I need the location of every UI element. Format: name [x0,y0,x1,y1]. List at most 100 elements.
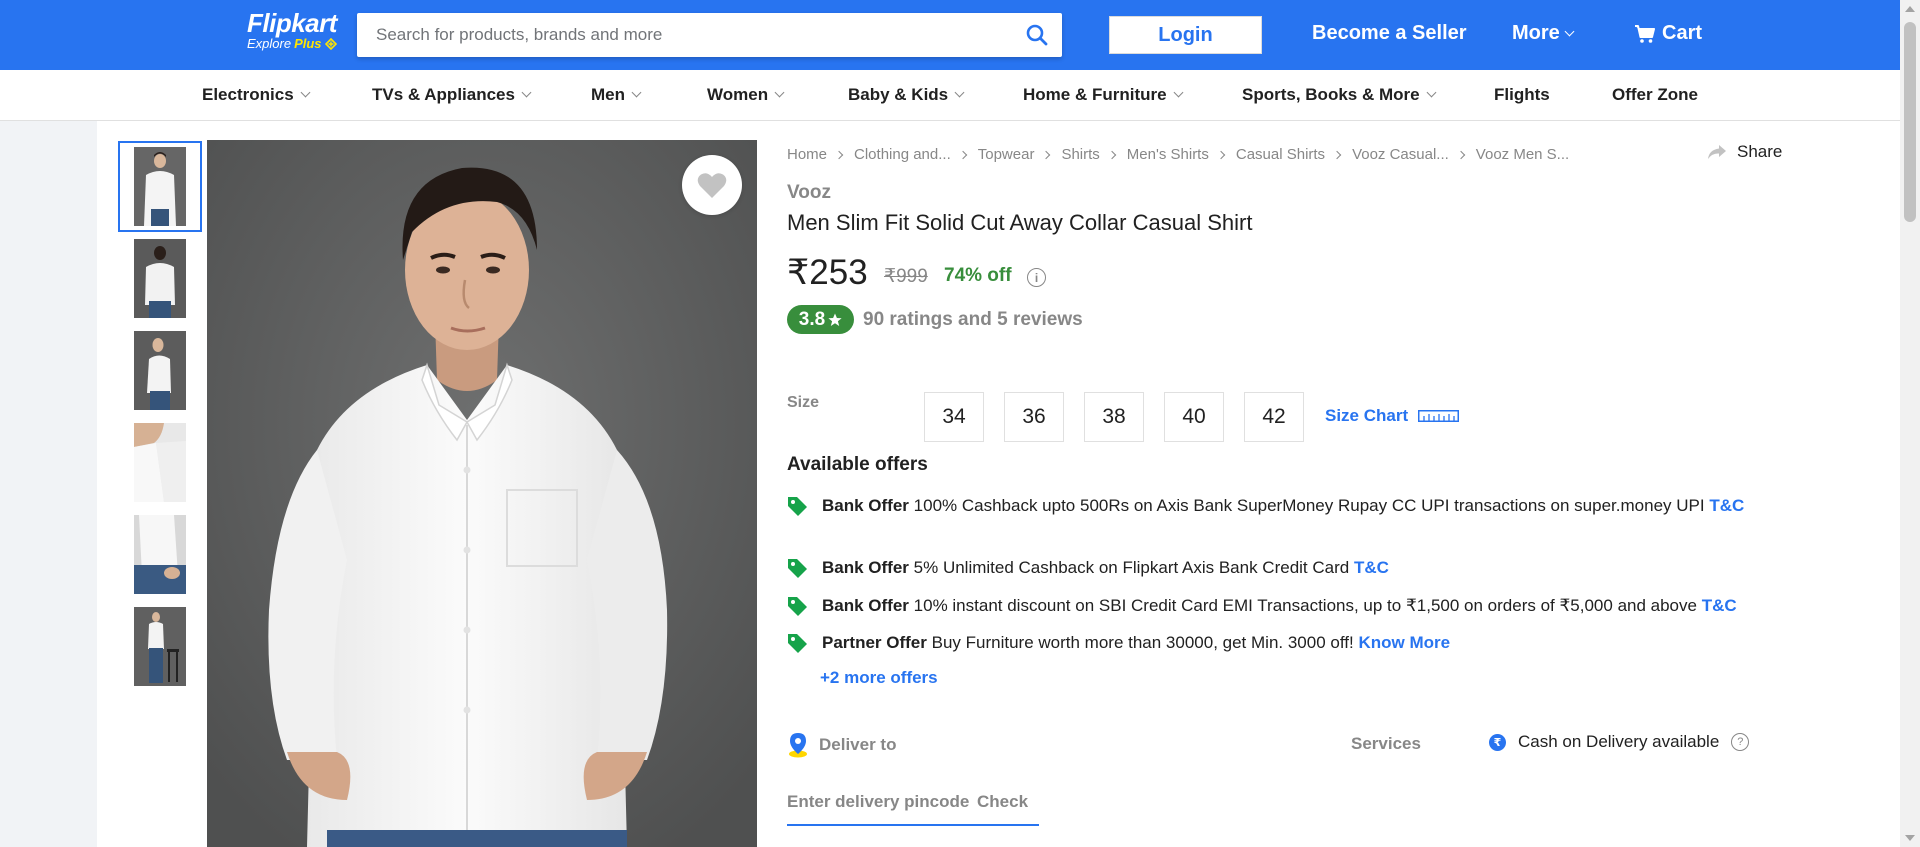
cart-icon [1635,24,1655,43]
offer-type: Bank Offer [822,496,909,515]
rating-value: 3.8 [798,308,826,330]
category-men[interactable]: Men [591,85,642,105]
model-shirt-image [207,140,757,847]
login-button[interactable]: Login [1109,16,1262,54]
product-thumbnail-image [134,239,186,318]
chevron-right-icon [834,150,844,159]
cart-link[interactable]: Cart [1634,22,1702,45]
product-price: ₹253 [787,253,868,292]
category-tvs-appliances[interactable]: TVs & Appliances [372,85,532,105]
share-label: Share [1737,142,1783,161]
thumbnail-full[interactable] [118,601,202,692]
offer-tc-link[interactable]: T&C [1709,496,1744,515]
chevron-down-icon [1173,87,1184,98]
size-option-38[interactable]: 38 [1084,392,1144,442]
category-baby-kids[interactable]: Baby & Kids [848,85,965,105]
product-thumbnail-image [134,515,186,594]
category-flights[interactable]: Flights [1494,85,1550,105]
breadcrumb-item[interactable]: Vooz Men S... [1476,146,1569,163]
breadcrumb-item[interactable]: Shirts [1061,146,1099,163]
size-chart-link[interactable]: Size Chart [1325,406,1460,426]
category-women[interactable]: Women [707,85,785,105]
breadcrumb-item[interactable]: Casual Shirts [1236,146,1325,163]
offer-item: Partner Offer Buy Furniture worth more t… [787,630,1752,661]
scrollbar-thumb[interactable] [1904,22,1916,222]
product-thumbnail-image [134,423,186,502]
offer-tc-link[interactable]: T&C [1354,558,1389,577]
category-electronics[interactable]: Electronics [202,85,311,105]
flipkart-logo[interactable]: Flipkart Explore Plus [247,9,337,51]
category-sports-books[interactable]: Sports, Books & More [1242,85,1437,105]
offer-tag-icon [787,593,812,624]
logo-sub-text: Explore [247,36,292,51]
more-menu[interactable]: More [1512,22,1575,45]
offer-item: Bank Offer 100% Cashback upto 500Rs on A… [787,493,1752,524]
offers-heading: Available offers [787,454,928,475]
page-scrollbar[interactable] [1900,0,1920,847]
search-button[interactable] [1012,13,1062,57]
offer-text: 5% Unlimited Cashback on Flipkart Axis B… [913,558,1350,577]
more-offers-link[interactable]: +2 more offers [820,668,938,688]
size-option-34[interactable]: 34 [924,392,984,442]
breadcrumb-item[interactable]: Clothing and... [854,146,951,163]
become-seller-label: Become a Seller [1312,22,1467,44]
search-input[interactable] [357,13,1012,57]
size-option-42[interactable]: 42 [1244,392,1304,442]
share-icon [1708,145,1726,159]
product-brand[interactable]: Vooz [787,182,831,204]
offer-text: 10% instant discount on SBI Credit Card … [913,596,1697,615]
size-chart-label: Size Chart [1325,406,1409,425]
category-offer-zone[interactable]: Offer Zone [1612,85,1698,105]
thumbnail-back[interactable] [118,233,202,324]
ratings-reviews-link[interactable]: 90 ratings and 5 reviews [863,309,1083,331]
chevron-down-icon [1564,26,1575,36]
offer-tag-icon [787,493,812,524]
check-pincode-button[interactable]: Check [977,792,1028,812]
breadcrumb: Home Clothing and... Topwear Shirts Men'… [787,146,1569,163]
help-icon[interactable]: ? [1731,733,1750,751]
size-option-40[interactable]: 40 [1164,392,1224,442]
thumbnail-side[interactable] [118,325,202,416]
ruler-icon [1418,410,1460,422]
offer-type: Partner Offer [822,633,927,652]
offer-tc-link[interactable]: T&C [1702,596,1737,615]
chevron-right-icon [958,150,967,159]
chevron-down-icon [521,87,532,98]
offer-tag-icon [787,630,812,661]
breadcrumb-item[interactable]: Vooz Casual... [1352,146,1449,163]
thumbnail-front[interactable] [118,141,202,232]
wishlist-button[interactable] [682,155,742,215]
chevron-down-icon [774,87,785,98]
scroll-down-icon[interactable] [1905,835,1915,841]
thumbnail-collar[interactable] [118,417,202,508]
know-more-link[interactable]: Know More [1358,633,1450,652]
product-thumbnail-image [134,147,186,226]
info-icon[interactable]: i [1027,268,1046,287]
search-bar [357,13,1062,57]
product-main-image[interactable] [207,140,757,847]
size-label: Size [787,394,820,411]
size-option-36[interactable]: 36 [1004,392,1064,442]
breadcrumb-item[interactable]: Topwear [978,146,1035,163]
become-seller-link[interactable]: Become a Seller [1312,22,1467,45]
cart-label: Cart [1662,22,1703,44]
chevron-down-icon [1426,87,1437,98]
deliver-to: Deliver to [787,732,896,758]
thumbnail-sleeve[interactable] [118,509,202,600]
logo-plus-text: Plus [294,36,322,51]
product-thumbnail-image [134,331,186,410]
pincode-input[interactable] [787,792,977,812]
share-button[interactable]: Share [1707,142,1782,162]
breadcrumb-item[interactable]: Men's Shirts [1127,146,1209,163]
heart-icon [697,172,727,198]
offer-tag-icon [787,555,812,586]
product-thumbnail-image [134,607,186,686]
more-label: More [1512,22,1560,44]
breadcrumb-item[interactable]: Home [787,146,827,163]
scroll-up-icon[interactable] [1905,6,1915,12]
rating-badge[interactable]: 3.8 [787,305,854,334]
star-icon [828,313,842,326]
offer-type: Bank Offer [822,596,909,615]
category-home-furniture[interactable]: Home & Furniture [1023,85,1184,105]
chevron-right-icon [1216,150,1226,159]
